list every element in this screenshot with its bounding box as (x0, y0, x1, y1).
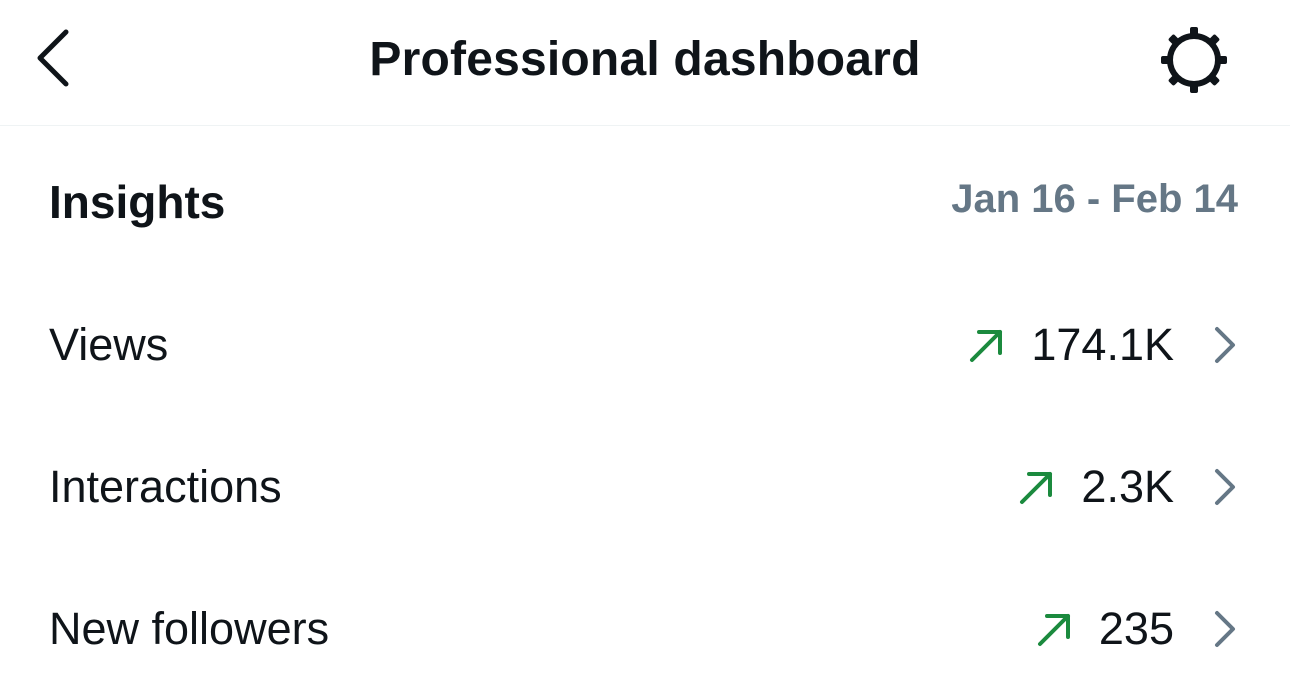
metric-row-new-followers[interactable]: New followers 235 (0, 579, 1290, 676)
trend-up-icon (1015, 465, 1059, 509)
date-range[interactable]: Jan 16 - Feb 14 (951, 172, 1238, 226)
metric-label: Interactions (49, 461, 282, 512)
trend-up-icon (1033, 607, 1077, 651)
metric-right: 174.1K (965, 315, 1240, 375)
page-title: Professional dashboard (369, 33, 921, 86)
insights-title: Insights (49, 176, 226, 228)
chevron-right-icon (1210, 607, 1240, 651)
metric-row-views[interactable]: Views 174.1K (0, 295, 1290, 395)
gear-icon (1161, 27, 1227, 93)
metric-right: 235 (1033, 599, 1240, 659)
chevron-right-icon (1210, 465, 1240, 509)
metric-value: 2.3K (1081, 461, 1174, 512)
metric-value: 235 (1098, 603, 1174, 654)
chevron-right-icon (1210, 323, 1240, 367)
metric-right: 2.3K (1015, 457, 1240, 517)
metric-value: 174.1K (1031, 319, 1174, 370)
metric-label: Views (49, 319, 169, 370)
metric-label: New followers (49, 603, 330, 654)
professional-dashboard-screen: Professional dashboard Insights Jan 16 -… (0, 0, 1290, 676)
settings-button[interactable] (1155, 24, 1233, 96)
trend-up-icon (965, 323, 1009, 367)
metric-row-interactions[interactable]: Interactions 2.3K (0, 437, 1290, 537)
top-bar: Professional dashboard (0, 0, 1290, 126)
